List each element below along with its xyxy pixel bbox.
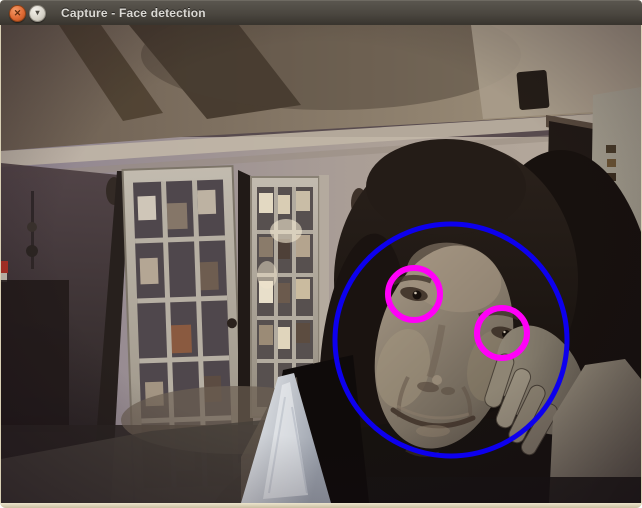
app-window: ✕ ▾ Capture - Face detection — [0, 0, 642, 508]
window-bottom-border — [0, 503, 642, 508]
chevron-down-icon: ▾ — [35, 9, 39, 17]
webcam-image — [1, 25, 641, 503]
close-icon: ✕ — [14, 9, 22, 18]
camera-feed — [1, 25, 641, 503]
window-title: Capture - Face detection — [61, 6, 206, 20]
close-button[interactable]: ✕ — [9, 5, 26, 22]
vignette — [1, 25, 641, 503]
shade-button[interactable]: ▾ — [29, 5, 46, 22]
window-titlebar[interactable]: ✕ ▾ Capture - Face detection — [0, 0, 642, 25]
